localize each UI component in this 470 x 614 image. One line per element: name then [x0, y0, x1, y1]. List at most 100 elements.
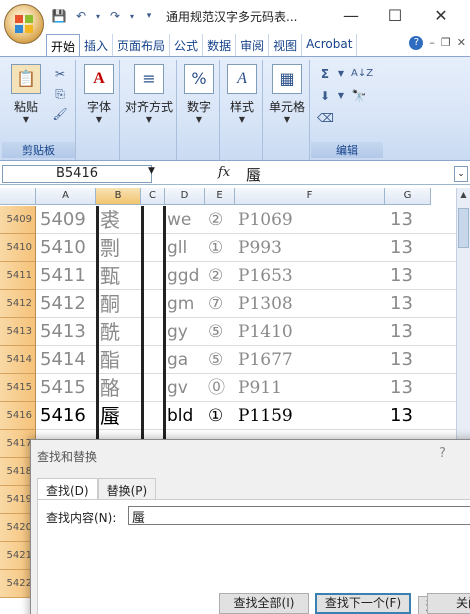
- fill-icon[interactable]: ⬇: [317, 88, 333, 104]
- tab-find[interactable]: 查找(D): [37, 478, 98, 500]
- tab-insert[interactable]: 插入: [80, 34, 114, 56]
- tab-review[interactable]: 审阅: [236, 34, 270, 56]
- cut-icon[interactable]: ✂: [52, 66, 68, 82]
- cell-a[interactable]: 5413: [40, 318, 96, 346]
- ribbon-minimize-icon[interactable]: –: [429, 36, 435, 50]
- cell-g[interactable]: 13: [390, 374, 430, 402]
- cell-d[interactable]: gv: [167, 374, 205, 402]
- help-icon[interactable]: ?: [409, 36, 424, 50]
- cell-b[interactable]: 剽: [100, 234, 140, 262]
- cell-b[interactable]: 蜃: [100, 402, 140, 430]
- find-select-icon[interactable]: 🔭: [351, 88, 367, 104]
- cell-f[interactable]: P1069: [238, 206, 384, 234]
- find-all-button[interactable]: 查找全部(I): [219, 593, 309, 614]
- cell-a[interactable]: 5412: [40, 290, 96, 318]
- ribbon-close-icon[interactable]: ✕: [457, 36, 466, 50]
- vertical-scrollbar[interactable]: ▲: [456, 188, 470, 448]
- cell-f[interactable]: P1308: [238, 290, 384, 318]
- row-header[interactable]: 5409: [0, 206, 36, 234]
- select-all-corner[interactable]: [0, 188, 36, 205]
- cell-e[interactable]: ②: [208, 262, 234, 290]
- cell-e[interactable]: ⑤: [208, 346, 234, 374]
- cell-d[interactable]: gm: [167, 290, 205, 318]
- fx-icon[interactable]: fx: [218, 165, 230, 180]
- cell-e[interactable]: ②: [208, 206, 234, 234]
- close-dialog-button[interactable]: 关闭: [427, 593, 470, 614]
- minimize-button[interactable]: —: [328, 0, 374, 30]
- cell-a[interactable]: 5409: [40, 206, 96, 234]
- cell-g[interactable]: 13: [390, 402, 430, 430]
- find-next-button[interactable]: 查找下一个(F): [315, 593, 411, 614]
- tab-page-layout[interactable]: 页面布局: [113, 34, 171, 56]
- cell-e[interactable]: ⑦: [208, 290, 234, 318]
- tab-acrobat[interactable]: Acrobat: [302, 34, 358, 56]
- column-header-c[interactable]: C: [141, 188, 165, 205]
- ribbon-restore-icon[interactable]: ❐: [441, 36, 451, 50]
- redo-icon[interactable]: ↷: [106, 7, 124, 25]
- chevron-down-icon[interactable]: ▼: [333, 66, 349, 82]
- name-box-dropdown-icon[interactable]: ▼: [148, 166, 155, 176]
- autosum-icon[interactable]: Σ: [317, 66, 333, 82]
- tab-home[interactable]: 开始: [46, 34, 81, 56]
- number-button[interactable]: % 数字 ▼: [182, 64, 216, 124]
- column-header-f[interactable]: F: [235, 188, 385, 205]
- cell-a[interactable]: 5411: [40, 262, 96, 290]
- clear-icon[interactable]: ⌫: [317, 110, 334, 126]
- undo-dropdown-icon[interactable]: ▾: [94, 7, 102, 25]
- office-button[interactable]: [4, 4, 44, 44]
- row-header[interactable]: 5413: [0, 318, 36, 346]
- cell-f[interactable]: P1677: [238, 346, 384, 374]
- cell-d[interactable]: gy: [167, 318, 205, 346]
- paste-button[interactable]: 📋 粘贴 ▼: [6, 64, 46, 124]
- column-header-g[interactable]: G: [385, 188, 431, 205]
- scroll-up-icon[interactable]: ▲: [457, 188, 470, 202]
- redo-dropdown-icon[interactable]: ▾: [128, 7, 136, 25]
- cell-b[interactable]: 酯: [100, 346, 140, 374]
- cell-b[interactable]: 裘: [100, 206, 140, 234]
- cell-b[interactable]: 甄: [100, 262, 140, 290]
- tab-formulas[interactable]: 公式: [170, 34, 204, 56]
- cell-f[interactable]: P1159: [238, 402, 384, 430]
- format-painter-icon[interactable]: 🖌: [52, 106, 68, 122]
- cell-g[interactable]: 13: [390, 262, 430, 290]
- cell-a[interactable]: 5416: [40, 402, 96, 430]
- row-header[interactable]: 5415: [0, 374, 36, 402]
- close-button[interactable]: ✕: [418, 0, 464, 30]
- undo-icon[interactable]: ↶: [72, 7, 90, 25]
- cell-e[interactable]: ①: [208, 402, 234, 430]
- maximize-button[interactable]: ☐: [372, 0, 418, 30]
- cell-e[interactable]: ⑤: [208, 318, 234, 346]
- alignment-button[interactable]: ≡ 对齐方式 ▼: [123, 64, 175, 124]
- cell-g[interactable]: 13: [390, 346, 430, 374]
- customize-qat-icon[interactable]: ▾: [140, 7, 158, 25]
- column-header-a[interactable]: A: [36, 188, 96, 205]
- row-header[interactable]: 5410: [0, 234, 36, 262]
- expand-formula-bar-icon[interactable]: ⌄: [454, 166, 468, 182]
- chevron-down-icon[interactable]: ▼: [333, 88, 349, 104]
- cell-d[interactable]: we: [167, 206, 205, 234]
- cell-e[interactable]: ①: [208, 234, 234, 262]
- cell-f[interactable]: P1653: [238, 262, 384, 290]
- formula-input[interactable]: 蜃: [246, 164, 261, 185]
- cell-g[interactable]: 13: [390, 318, 430, 346]
- column-header-e[interactable]: E: [205, 188, 235, 205]
- row-header[interactable]: 5411: [0, 262, 36, 290]
- cell-a[interactable]: 5415: [40, 374, 96, 402]
- row-header[interactable]: 5414: [0, 346, 36, 374]
- cell-g[interactable]: 13: [390, 234, 430, 262]
- cell-d[interactable]: bld: [167, 402, 205, 430]
- dialog-help-button[interactable]: ?: [439, 446, 446, 461]
- column-header-d[interactable]: D: [165, 188, 205, 205]
- cell-f[interactable]: P911: [238, 374, 384, 402]
- cell-g[interactable]: 13: [390, 290, 430, 318]
- cell-b[interactable]: 酪: [100, 374, 140, 402]
- styles-button[interactable]: A 样式 ▼: [225, 64, 259, 124]
- cell-d[interactable]: ggd: [167, 262, 205, 290]
- cell-f[interactable]: P1410: [238, 318, 384, 346]
- tab-data[interactable]: 数据: [203, 34, 237, 56]
- tab-replace[interactable]: 替换(P): [97, 478, 157, 500]
- cell-a[interactable]: 5414: [40, 346, 96, 374]
- font-button[interactable]: A 字体 ▼: [82, 64, 116, 124]
- scrollbar-thumb[interactable]: [458, 208, 469, 248]
- cell-b[interactable]: 酰: [100, 318, 140, 346]
